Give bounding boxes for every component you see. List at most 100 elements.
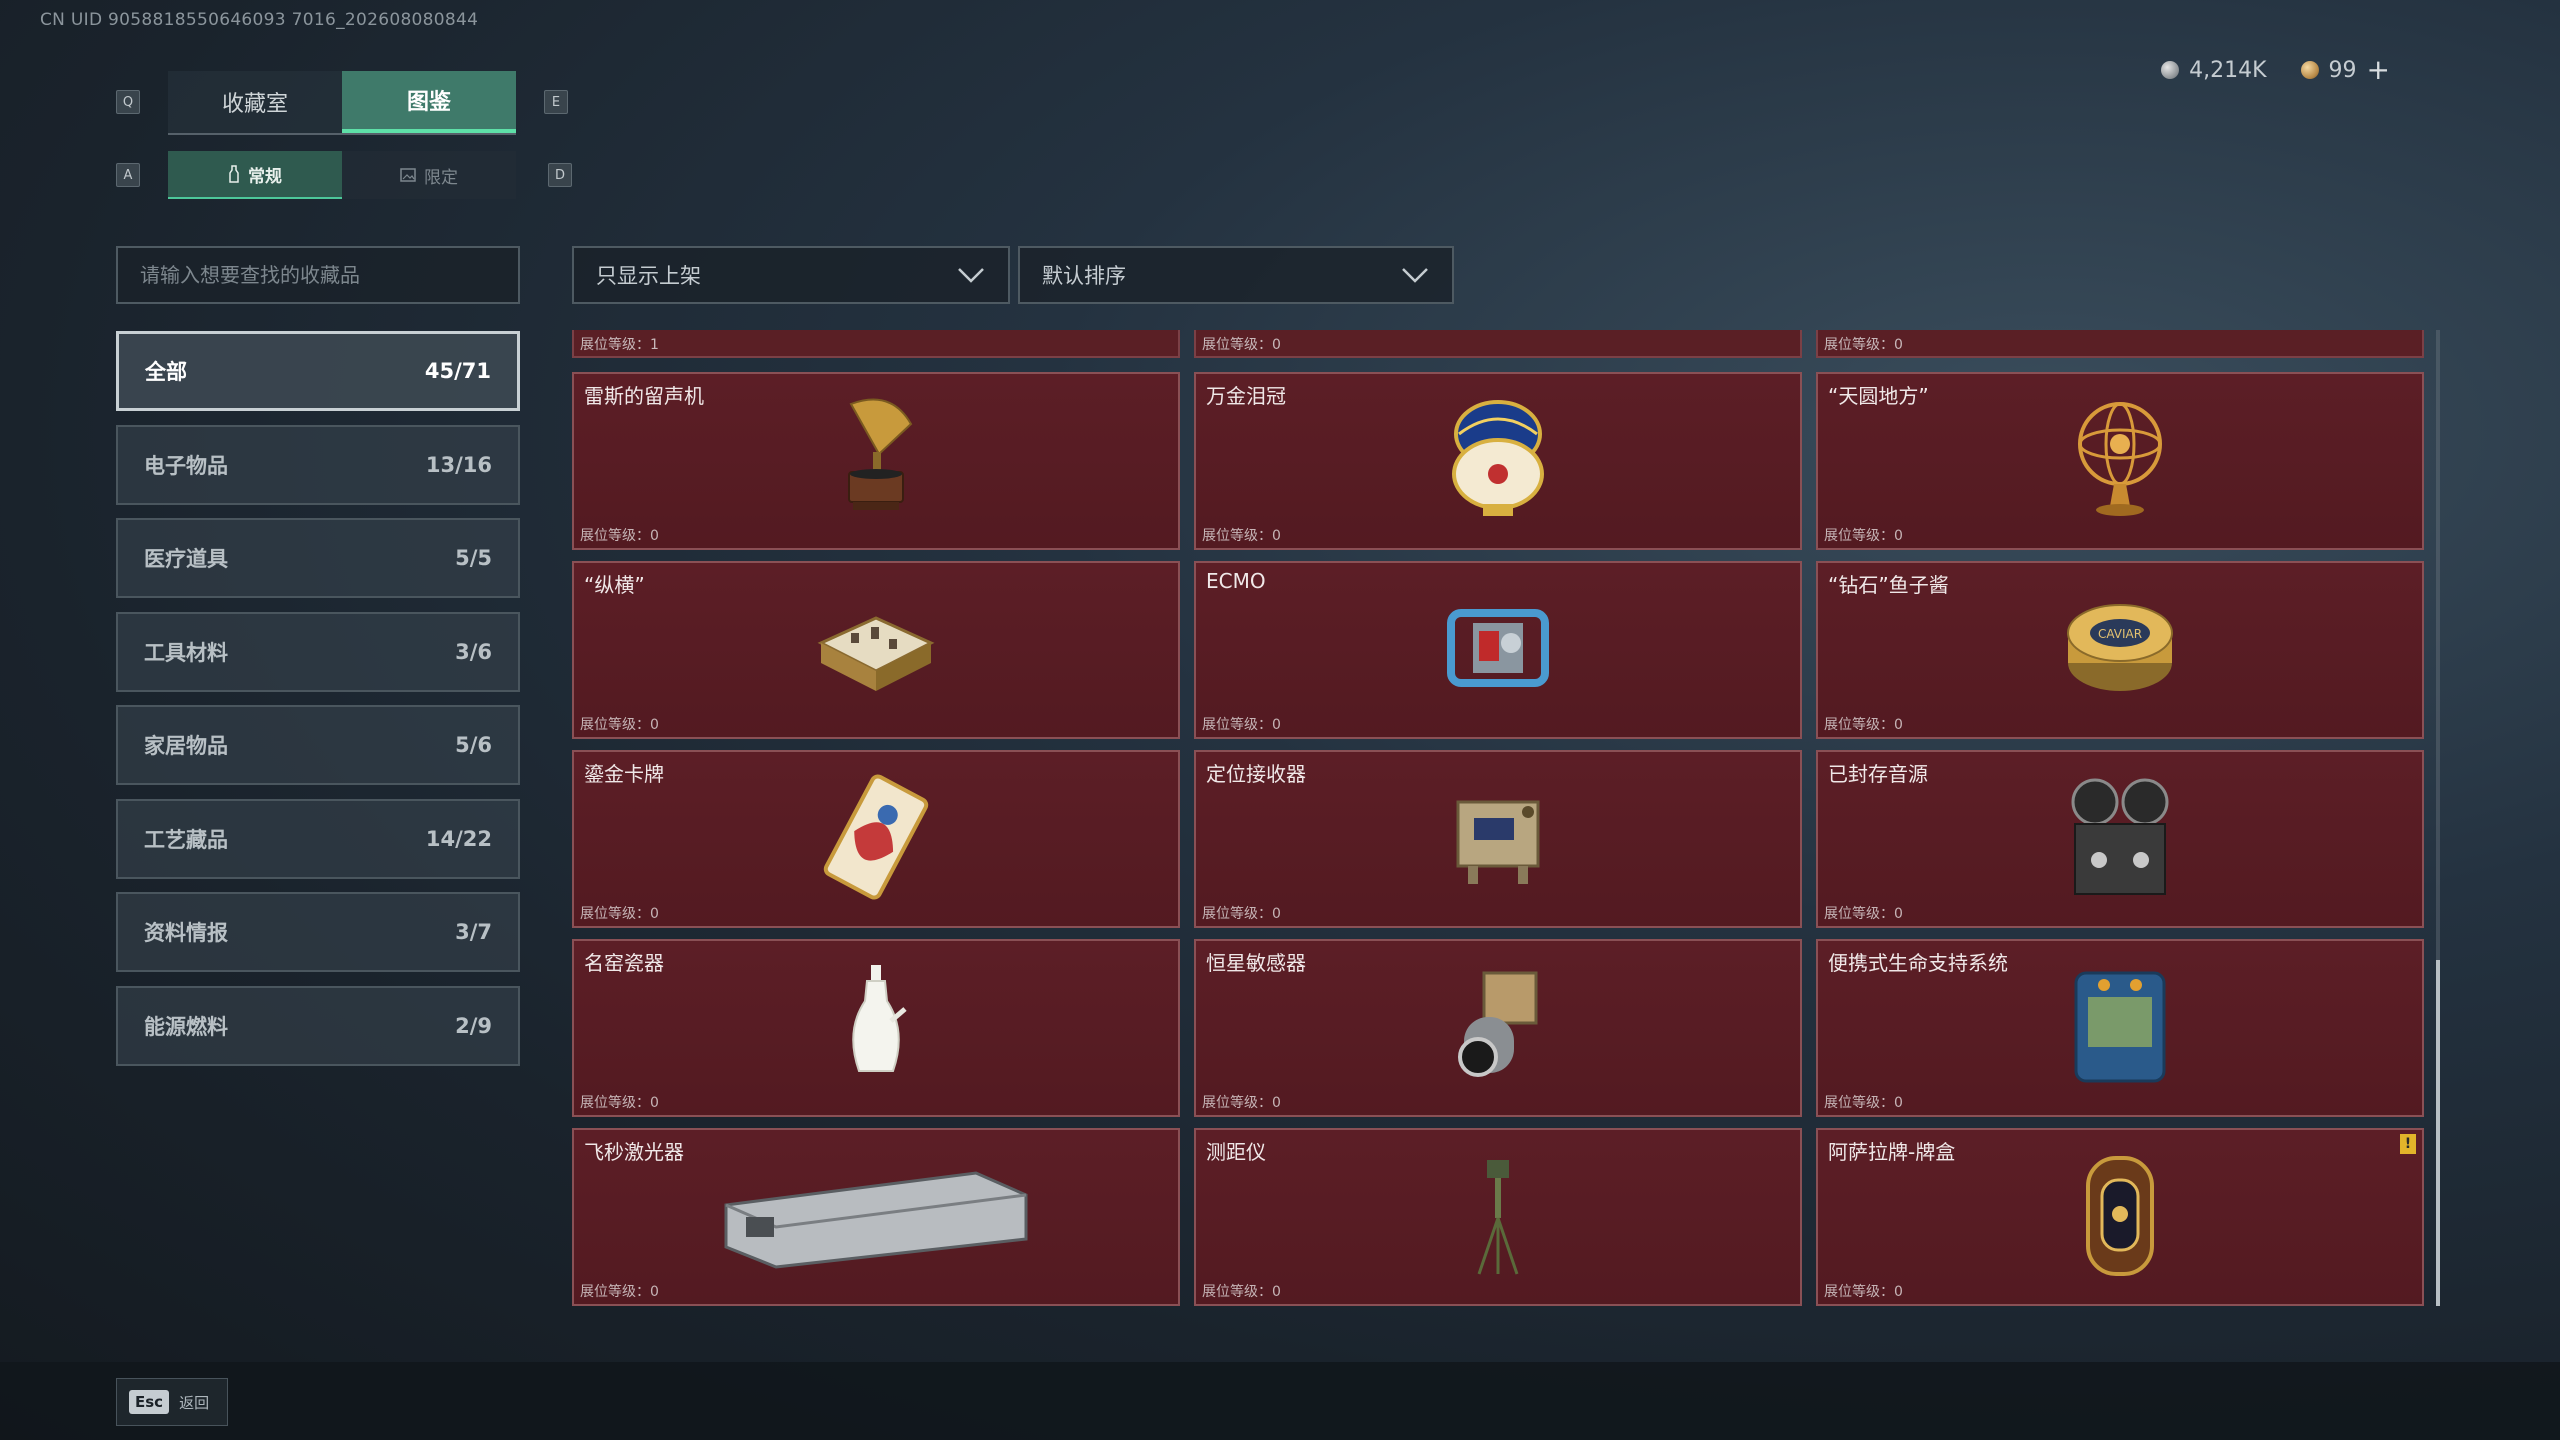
key-hint-e: E (544, 90, 568, 114)
card-title: 定位接收器 (1206, 762, 1306, 786)
category-label: 家居物品 (144, 734, 228, 758)
ecmo-machine-icon (1433, 583, 1563, 717)
booth-level: 展位等级：0 (1202, 1095, 1281, 1111)
silver-amount: 4,214K (2189, 57, 2267, 83)
back-label: 返回 (179, 1393, 210, 1412)
collection-card[interactable]: 测距仪展位等级：0 (1194, 1128, 1802, 1306)
category-electronics[interactable]: 电子物品 13/16 (116, 424, 520, 505)
scrollbar-thumb[interactable] (2436, 960, 2440, 1306)
collection-card[interactable]: 定位接收器 展位等级：0 (1194, 750, 1802, 928)
collection-card[interactable]: 飞秒激光器 展位等级：0 (572, 1128, 1180, 1306)
sub-tabs: 常规 限定 (168, 151, 516, 199)
gps-receiver-icon (1438, 772, 1558, 906)
category-label: 能源燃料 (144, 1014, 228, 1039)
tab-limited[interactable]: 限定 (342, 151, 516, 199)
booth-level: 展位等级：0 (1824, 528, 1903, 544)
shelf-filter-value: 只显示上架 (596, 264, 701, 288)
grid-scrollbar[interactable] (2436, 330, 2440, 1306)
category-all[interactable]: 全部 45/71 (116, 331, 520, 411)
category-count: 45/71 (424, 359, 491, 383)
tab-regular[interactable]: 常规 (168, 151, 342, 199)
category-household[interactable]: 家居物品 5/6 (116, 705, 520, 785)
esc-key-hint: Esc (129, 1390, 170, 1414)
collection-card[interactable]: “纵横” 展位等级：0 (572, 561, 1180, 739)
category-count: 13/16 (425, 452, 492, 477)
collection-card[interactable]: 名窑瓷器展位等级：0 (572, 939, 1180, 1117)
card-title: ECMO (1206, 569, 1266, 593)
life-support-icon (2060, 961, 2180, 1095)
jeweled-egg-icon (1443, 394, 1553, 528)
back-button[interactable]: Esc 返回 (116, 1378, 228, 1426)
category-label: 电子物品 (144, 453, 228, 478)
gold-currency: 99 + (2300, 56, 2390, 84)
collection-card[interactable]: 便携式生命支持系统 展位等级：0 (1816, 939, 2424, 1117)
tab-limited-label: 限定 (424, 167, 458, 188)
card-title: 阿萨拉牌-牌盒 (1828, 1140, 1956, 1164)
warning-badge-icon: ! (2400, 1134, 2416, 1154)
key-hint-d: D (548, 163, 572, 187)
search-input[interactable] (116, 246, 520, 304)
collection-card[interactable]: 恒星敏感器 展位等级：0 (1194, 939, 1802, 1117)
collection-card[interactable]: “天圆地方” 展位等级：0 (1816, 372, 2424, 550)
collection-card[interactable]: 鎏金卡牌 展位等级：0 (572, 750, 1180, 928)
category-label: 全部 (145, 360, 187, 384)
category-count: 3/6 (455, 639, 492, 664)
collection-card[interactable]: 已封存音源展位等级：0 (1816, 750, 2424, 928)
card-title: 鎏金卡牌 (584, 762, 664, 786)
category-count: 2/9 (455, 1013, 492, 1038)
booth-level: 展位等级：0 (1824, 906, 1903, 922)
booth-level: 展位等级：0 (580, 1095, 659, 1111)
booth-level: 展位等级：0 (1824, 1284, 1903, 1300)
card-title: 测距仪 (1206, 1140, 1266, 1164)
category-medical[interactable]: 医疗道具 5/5 (116, 518, 520, 598)
card-title: 雷斯的留声机 (584, 384, 704, 408)
collection-card[interactable]: ECMO 展位等级：0 (1194, 561, 1802, 739)
category-label: 工具材料 (144, 640, 228, 665)
category-label: 工艺藏品 (144, 827, 228, 852)
gramophone-icon (831, 394, 921, 528)
gilded-card-icon (816, 772, 936, 906)
category-crafts[interactable]: 工艺藏品 14/22 (116, 798, 520, 879)
card-title: “纵横” (584, 573, 645, 597)
collection-card[interactable]: 阿萨拉牌-牌盒展位等级：0! (1816, 1128, 2424, 1306)
collection-card[interactable]: 雷斯的留声机展位等级：0 (572, 372, 1180, 550)
shelf-filter-dropdown[interactable]: 只显示上架 (572, 246, 1010, 304)
category-label: 资料情报 (144, 921, 228, 945)
card-title: 名窑瓷器 (584, 951, 664, 975)
category-intel[interactable]: 资料情报 3/7 (116, 892, 520, 972)
collection-card[interactable]: 万金泪冠 展位等级：0 (1194, 372, 1802, 550)
strip-level: 展位等级：1 (572, 330, 1180, 358)
booth-level: 展位等级：0 (1202, 1284, 1281, 1300)
main-tabs: 收藏室 图鉴 (168, 71, 516, 135)
tab-regular-label: 常规 (248, 166, 282, 187)
booth-level: 展位等级：0 (580, 528, 659, 544)
strip-level: 展位等级：0 (1816, 330, 2424, 358)
armillary-sphere-icon (2070, 394, 2170, 528)
tab-collection-room[interactable]: 收藏室 (168, 71, 342, 133)
rangefinder-tripod-icon (1473, 1150, 1523, 1284)
caviar-tin-icon: CAVIAR (2060, 593, 2180, 707)
silver-currency: 4,214K (2161, 57, 2267, 83)
booth-level: 展位等级：0 (1824, 717, 1903, 733)
porcelain-vase-icon (841, 961, 911, 1095)
category-count: 5/6 (455, 733, 492, 757)
category-energy[interactable]: 能源燃料 2/9 (116, 985, 520, 1066)
previous-row-strip: 展位等级：1 展位等级：0 展位等级：0 (572, 330, 2428, 358)
category-tools[interactable]: 工具材料 3/6 (116, 611, 520, 692)
chevron-down-icon (958, 268, 984, 283)
sort-dropdown[interactable]: 默认排序 (1018, 246, 1454, 304)
add-currency-button[interactable]: + (2367, 56, 2390, 84)
card-title: 万金泪冠 (1206, 384, 1286, 408)
booth-level: 展位等级：0 (1824, 1095, 1903, 1111)
category-list: 全部 45/71 电子物品 13/16 医疗道具 5/5 工具材料 3/6 家居物品 5/… (116, 331, 520, 1079)
card-title: 已封存音源 (1828, 762, 1928, 786)
silver-coin-icon (2161, 61, 2180, 79)
laser-case-icon (716, 1155, 1036, 1279)
booth-level: 展位等级：0 (580, 717, 659, 733)
card-title: 飞秒激光器 (584, 1140, 684, 1164)
uid-text: CN UID 9058818550646093 7016_20260808084… (40, 10, 479, 30)
sort-value: 默认排序 (1042, 264, 1126, 288)
category-count: 3/7 (455, 920, 492, 944)
collection-card[interactable]: “钻石”鱼子酱 CAVIAR 展位等级：0 (1816, 561, 2424, 739)
tab-catalog[interactable]: 图鉴 (342, 71, 516, 133)
